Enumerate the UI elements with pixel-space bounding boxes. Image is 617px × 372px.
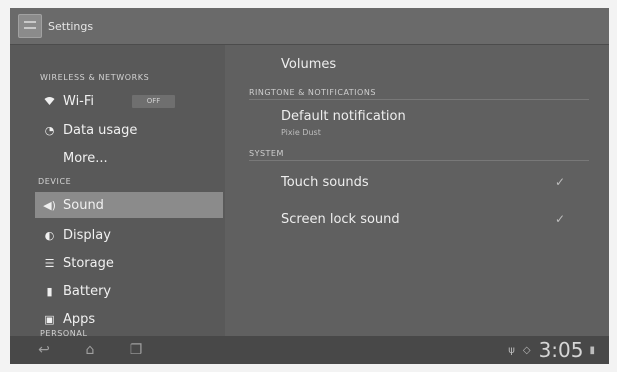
display-icon: ◐ [44,228,55,242]
sidebar-item-label: Data usage [63,122,138,138]
system-bar: ↩ ⌂ ❐ ψ ◇ 3:05 ▮ [10,336,609,364]
battery-icon: ▮ [46,284,53,298]
screen-lock-sound-item[interactable]: Screen lock sound [281,212,400,227]
settings-icon[interactable] [18,14,42,38]
section-header-device: DEVICE [38,177,72,186]
battery-status-icon: ▮ [589,344,595,356]
storage-icon: ☰ [44,256,55,270]
default-notification-value: Pixie Dust [281,128,321,137]
screen-lock-sound-checkbox[interactable]: ✓ [555,212,565,226]
sidebar-item-label: Sound [63,197,104,213]
touch-sounds-item[interactable]: Touch sounds [281,175,369,190]
section-header-wireless: WIRELESS & NETWORKS [40,73,150,82]
page-title: Settings [48,19,94,33]
sidebar-item-label: More... [63,150,108,166]
clock: 3:05 [538,338,584,362]
action-bar: Settings [10,8,609,45]
sidebar-item-label: Wi-Fi [63,93,95,109]
section-header-ringtone: RINGTONE & NOTIFICATIONS [249,88,376,97]
sidebar-item-more[interactable]: More... [10,145,223,171]
volumes-item[interactable]: Volumes [281,57,336,72]
data-usage-icon: ◔ [44,123,55,137]
divider [249,99,589,100]
sidebar-item-sound[interactable]: ◀) Sound [35,192,223,218]
status-area: ψ ◇ 3:05 ▮ [508,336,603,364]
sidebar-item-label: Storage [63,255,114,271]
sidebar-item-data-usage[interactable]: ◔ Data usage [10,117,223,143]
home-icon[interactable]: ⌂ [78,342,102,358]
back-icon[interactable]: ↩ [32,342,56,358]
speaker-icon: ◀) [43,198,56,212]
settings-nav-pane: WIRELESS & NETWORKS Wi-Fi OFF ◔ Data usa… [10,45,225,338]
apps-icon: ▣ [44,312,55,326]
sidebar-item-display[interactable]: ◐ Display [10,222,223,248]
sidebar-item-storage[interactable]: ☰ Storage [10,250,223,276]
recent-apps-icon[interactable]: ❐ [124,342,148,358]
wifi-status-icon: ◇ [522,344,531,356]
sidebar-item-wifi[interactable]: Wi-Fi OFF [10,88,223,114]
wifi-toggle[interactable]: OFF [132,94,176,108]
sidebar-item-label: Battery [63,283,112,299]
sound-settings-pane: Volumes RINGTONE & NOTIFICATIONS Default… [225,45,609,336]
section-header-system: SYSTEM [249,149,284,158]
divider [249,160,589,161]
touch-sounds-checkbox[interactable]: ✓ [555,175,565,189]
default-notification-item[interactable]: Default notification [281,109,406,124]
sidebar-item-label: Apps [63,311,96,327]
sidebar-item-label: Display [63,227,111,243]
tablet-screen: Settings WIRELESS & NETWORKS Wi-Fi OFF ◔… [10,8,609,364]
wifi-icon [43,95,56,108]
sidebar-item-battery[interactable]: ▮ Battery [10,278,223,304]
usb-icon: ψ [508,344,515,356]
